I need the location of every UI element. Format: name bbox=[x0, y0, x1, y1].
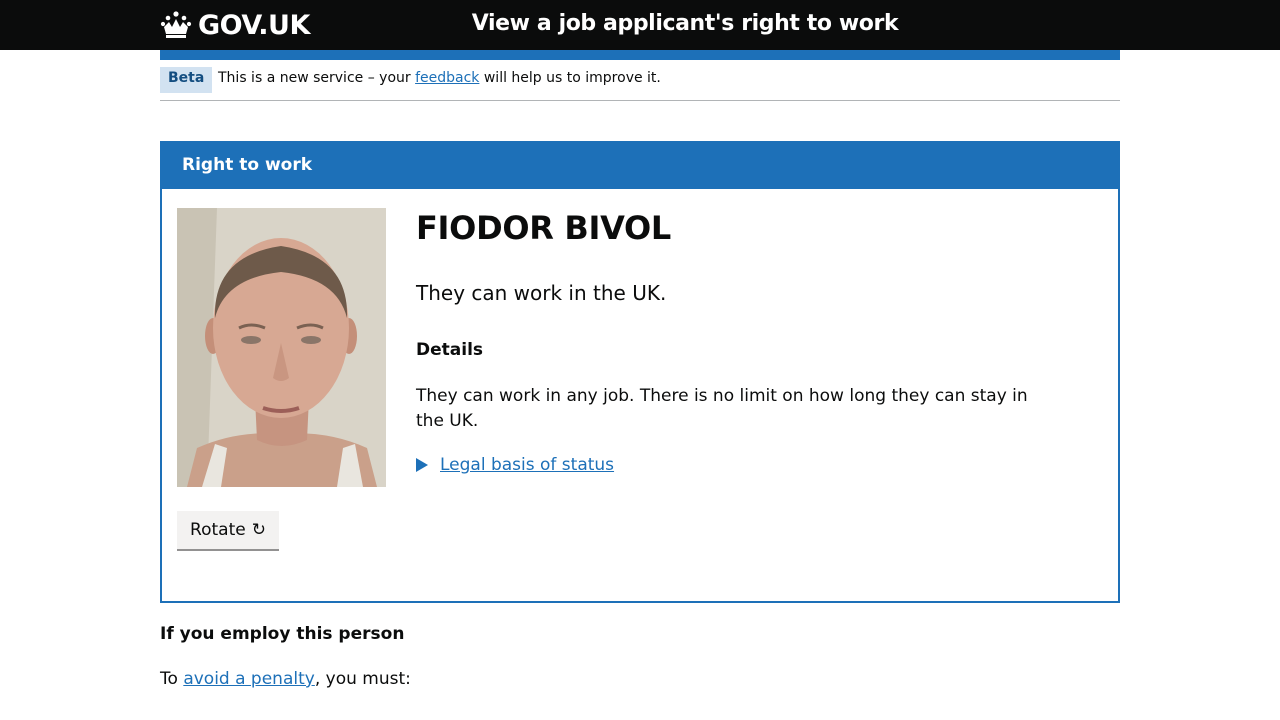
feedback-link[interactable]: feedback bbox=[415, 70, 479, 86]
govuk-logo[interactable]: GOV.UK bbox=[160, 7, 310, 43]
right-to-work-panel: Right to work Rotate ↻ FIODOR BIVOL They… bbox=[160, 141, 1120, 603]
site-header: GOV.UK View a job applicant's right to w… bbox=[0, 0, 1280, 50]
logo-text: GOV.UK bbox=[198, 9, 310, 41]
service-name[interactable]: View a job applicant's right to work bbox=[440, 11, 930, 36]
employ-heading: If you employ this person bbox=[160, 624, 405, 644]
employ-text-after: , you must: bbox=[314, 669, 411, 689]
phase-text-after: will help us to improve it. bbox=[479, 70, 661, 86]
employ-text: To avoid a penalty, you must: bbox=[160, 669, 411, 689]
avoid-penalty-link[interactable]: avoid a penalty bbox=[183, 669, 315, 689]
legal-basis-link[interactable]: Legal basis of status bbox=[440, 455, 614, 475]
details-text: They can work in any job. There is no li… bbox=[416, 386, 1028, 431]
rotate-button[interactable]: Rotate ↻ bbox=[177, 511, 279, 551]
employ-text-before: To bbox=[160, 669, 184, 689]
phase-banner-text: This is a new service – your feedback wi… bbox=[218, 70, 661, 86]
phase-text-before: This is a new service – your bbox=[218, 70, 416, 86]
beta-tag: Beta bbox=[160, 67, 213, 93]
rotate-icon: ↻ bbox=[251, 520, 266, 540]
crown-icon bbox=[160, 11, 192, 38]
legal-basis-toggle[interactable]: Legal basis of status bbox=[416, 455, 614, 475]
applicant-name: FIODOR BIVOL bbox=[416, 209, 672, 247]
rotate-label: Rotate bbox=[190, 520, 246, 540]
right-to-work-summary: They can work in the UK. bbox=[416, 281, 667, 305]
phase-banner: Beta This is a new service – your feedba… bbox=[160, 67, 1120, 101]
panel-header: Right to work bbox=[162, 143, 1118, 189]
applicant-photo bbox=[177, 208, 386, 487]
disclosure-triangle-icon bbox=[416, 458, 428, 472]
panel-title: Right to work bbox=[182, 155, 313, 175]
details-heading: Details bbox=[416, 340, 484, 360]
header-accent-bar bbox=[160, 50, 1120, 60]
